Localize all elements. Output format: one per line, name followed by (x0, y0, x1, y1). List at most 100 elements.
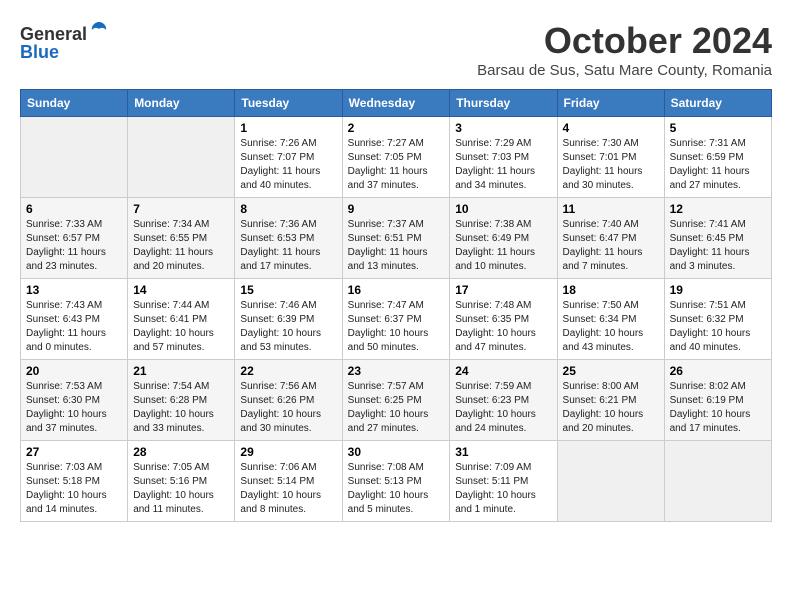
day-info: Sunrise: 7:54 AM Sunset: 6:28 PM Dayligh… (133, 380, 229, 436)
day-number: 29 (240, 445, 336, 459)
calendar-cell: 7Sunrise: 7:34 AM Sunset: 6:55 PM Daylig… (128, 198, 235, 279)
day-info: Sunrise: 7:06 AM Sunset: 5:14 PM Dayligh… (240, 461, 336, 517)
day-number: 2 (348, 121, 445, 135)
day-number: 13 (26, 283, 122, 297)
title-block: October 2024 Barsau de Sus, Satu Mare Co… (477, 20, 772, 79)
calendar-cell: 5 Sunrise: 7:31 AM Sunset: 6:59 PM Daylig… (664, 117, 771, 198)
day-info: Sunrise: 7:30 AM Sunset: 7:01 PM Dayligh… (563, 137, 659, 193)
day-info: Sunrise: 7:47 AM Sunset: 6:37 PM Dayligh… (348, 299, 445, 355)
day-info: Sunrise: 7:03 AM Sunset: 5:18 PM Dayligh… (26, 461, 122, 517)
day-info: Sunrise: 7:27 AM Sunset: 7:05 PM Dayligh… (348, 137, 445, 193)
calendar-cell (664, 441, 771, 522)
weekday-header-thursday: Thursday (450, 90, 557, 117)
day-number: 25 (563, 364, 659, 378)
calendar-cell: 29 Sunrise: 7:06 AM Sunset: 5:14 PM Dayli… (235, 441, 342, 522)
calendar-cell: 19 Sunrise: 7:51 AM Sunset: 6:32 PM Dayli… (664, 279, 771, 360)
calendar-cell (557, 441, 664, 522)
calendar-cell: 9 Sunrise: 7:37 AM Sunset: 6:51 PM Daylig… (342, 198, 450, 279)
calendar-week-row: 6Sunrise: 7:33 AM Sunset: 6:57 PM Daylig… (21, 198, 772, 279)
day-info: Sunrise: 7:38 AM Sunset: 6:49 PM Dayligh… (455, 218, 551, 274)
day-number: 10 (455, 202, 551, 216)
day-number: 15 (240, 283, 336, 297)
day-number: 5 (670, 121, 766, 135)
calendar-cell: 20 Sunrise: 7:53 AM Sunset: 6:30 PM Dayli… (21, 360, 128, 441)
day-info: Sunrise: 7:31 AM Sunset: 6:59 PM Dayligh… (670, 137, 766, 193)
calendar-cell: 17Sunrise: 7:48 AM Sunset: 6:35 PM Dayli… (450, 279, 557, 360)
weekday-header-monday: Monday (128, 90, 235, 117)
calendar-cell: 25 Sunrise: 8:00 AM Sunset: 6:21 PM Dayli… (557, 360, 664, 441)
calendar-cell: 3Sunrise: 7:29 AM Sunset: 7:03 PM Daylig… (450, 117, 557, 198)
day-number: 9 (348, 202, 445, 216)
weekday-header-wednesday: Wednesday (342, 90, 450, 117)
day-number: 11 (563, 202, 659, 216)
logo: General Blue (20, 20, 109, 63)
calendar-cell: 14Sunrise: 7:44 AM Sunset: 6:41 PM Dayli… (128, 279, 235, 360)
day-info: Sunrise: 7:08 AM Sunset: 5:13 PM Dayligh… (348, 461, 445, 517)
calendar-cell: 23 Sunrise: 7:57 AM Sunset: 6:25 PM Dayli… (342, 360, 450, 441)
day-number: 24 (455, 364, 551, 378)
day-number: 30 (348, 445, 445, 459)
calendar-cell: 10 Sunrise: 7:38 AM Sunset: 6:49 PM Dayli… (450, 198, 557, 279)
day-info: Sunrise: 7:29 AM Sunset: 7:03 PM Dayligh… (455, 137, 551, 193)
day-number: 16 (348, 283, 445, 297)
calendar-week-row: 1 Sunrise: 7:26 AM Sunset: 7:07 PM Daylig… (21, 117, 772, 198)
logo-blue: Blue (20, 42, 59, 62)
weekday-header-saturday: Saturday (664, 90, 771, 117)
calendar-cell: 30 Sunrise: 7:08 AM Sunset: 5:13 PM Dayli… (342, 441, 450, 522)
weekday-header-tuesday: Tuesday (235, 90, 342, 117)
day-number: 23 (348, 364, 445, 378)
day-number: 28 (133, 445, 229, 459)
day-info: Sunrise: 7:46 AM Sunset: 6:39 PM Dayligh… (240, 299, 336, 355)
day-info: Sunrise: 7:50 AM Sunset: 6:34 PM Dayligh… (563, 299, 659, 355)
calendar-cell: 6Sunrise: 7:33 AM Sunset: 6:57 PM Daylig… (21, 198, 128, 279)
calendar-week-row: 13 Sunrise: 7:43 AM Sunset: 6:43 PM Dayli… (21, 279, 772, 360)
month-title: October 2024 (477, 20, 772, 62)
weekday-header-friday: Friday (557, 90, 664, 117)
day-number: 4 (563, 121, 659, 135)
calendar-cell: 22Sunrise: 7:56 AM Sunset: 6:26 PM Dayli… (235, 360, 342, 441)
day-info: Sunrise: 8:02 AM Sunset: 6:19 PM Dayligh… (670, 380, 766, 436)
calendar-cell: 2 Sunrise: 7:27 AM Sunset: 7:05 PM Daylig… (342, 117, 450, 198)
calendar-week-row: 20 Sunrise: 7:53 AM Sunset: 6:30 PM Dayli… (21, 360, 772, 441)
day-info: Sunrise: 7:33 AM Sunset: 6:57 PM Dayligh… (26, 218, 122, 274)
day-number: 1 (240, 121, 336, 135)
day-number: 26 (670, 364, 766, 378)
day-info: Sunrise: 7:48 AM Sunset: 6:35 PM Dayligh… (455, 299, 551, 355)
calendar-cell: 8 Sunrise: 7:36 AM Sunset: 6:53 PM Daylig… (235, 198, 342, 279)
calendar-cell: 15 Sunrise: 7:46 AM Sunset: 6:39 PM Dayli… (235, 279, 342, 360)
calendar-cell: 28 Sunrise: 7:05 AM Sunset: 5:16 PM Dayli… (128, 441, 235, 522)
day-info: Sunrise: 7:41 AM Sunset: 6:45 PM Dayligh… (670, 218, 766, 274)
calendar-cell: 16 Sunrise: 7:47 AM Sunset: 6:37 PM Dayli… (342, 279, 450, 360)
calendar-cell (21, 117, 128, 198)
day-number: 12 (670, 202, 766, 216)
day-info: Sunrise: 7:05 AM Sunset: 5:16 PM Dayligh… (133, 461, 229, 517)
day-info: Sunrise: 7:53 AM Sunset: 6:30 PM Dayligh… (26, 380, 122, 436)
calendar-cell: 27Sunrise: 7:03 AM Sunset: 5:18 PM Dayli… (21, 441, 128, 522)
day-info: Sunrise: 7:51 AM Sunset: 6:32 PM Dayligh… (670, 299, 766, 355)
day-info: Sunrise: 7:44 AM Sunset: 6:41 PM Dayligh… (133, 299, 229, 355)
calendar-cell: 4 Sunrise: 7:30 AM Sunset: 7:01 PM Daylig… (557, 117, 664, 198)
calendar-week-row: 27Sunrise: 7:03 AM Sunset: 5:18 PM Dayli… (21, 441, 772, 522)
day-info: Sunrise: 7:37 AM Sunset: 6:51 PM Dayligh… (348, 218, 445, 274)
day-info: Sunrise: 7:26 AM Sunset: 7:07 PM Dayligh… (240, 137, 336, 193)
location-title: Barsau de Sus, Satu Mare County, Romania (477, 62, 772, 79)
calendar-cell: 18 Sunrise: 7:50 AM Sunset: 6:34 PM Dayli… (557, 279, 664, 360)
day-info: Sunrise: 8:00 AM Sunset: 6:21 PM Dayligh… (563, 380, 659, 436)
day-number: 7 (133, 202, 229, 216)
day-number: 18 (563, 283, 659, 297)
calendar-cell: 24 Sunrise: 7:59 AM Sunset: 6:23 PM Dayli… (450, 360, 557, 441)
day-info: Sunrise: 7:59 AM Sunset: 6:23 PM Dayligh… (455, 380, 551, 436)
day-info: Sunrise: 7:36 AM Sunset: 6:53 PM Dayligh… (240, 218, 336, 274)
day-number: 8 (240, 202, 336, 216)
calendar-cell: 26 Sunrise: 8:02 AM Sunset: 6:19 PM Dayli… (664, 360, 771, 441)
weekday-header-row: SundayMondayTuesdayWednesdayThursdayFrid… (21, 90, 772, 117)
day-info: Sunrise: 7:57 AM Sunset: 6:25 PM Dayligh… (348, 380, 445, 436)
day-number: 19 (670, 283, 766, 297)
calendar-cell: 13 Sunrise: 7:43 AM Sunset: 6:43 PM Dayli… (21, 279, 128, 360)
day-info: Sunrise: 7:40 AM Sunset: 6:47 PM Dayligh… (563, 218, 659, 274)
day-number: 22 (240, 364, 336, 378)
calendar-cell: 21Sunrise: 7:54 AM Sunset: 6:28 PM Dayli… (128, 360, 235, 441)
day-number: 20 (26, 364, 122, 378)
calendar-cell (128, 117, 235, 198)
day-info: Sunrise: 7:43 AM Sunset: 6:43 PM Dayligh… (26, 299, 122, 355)
